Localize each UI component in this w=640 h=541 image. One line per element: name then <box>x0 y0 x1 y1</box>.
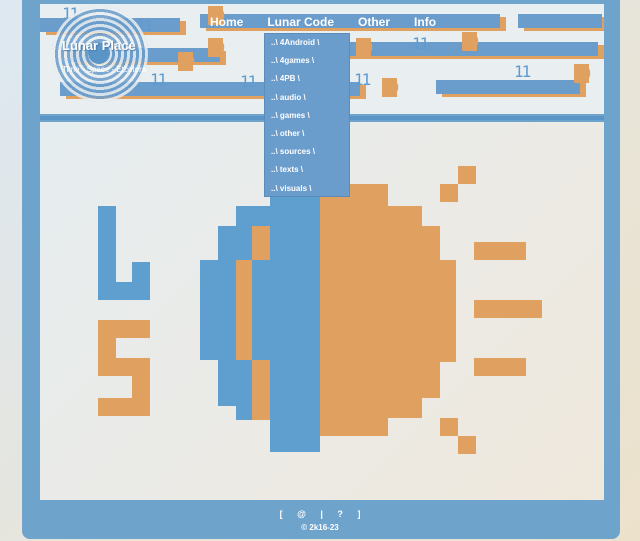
footer-link-contact[interactable]: @ <box>297 509 306 519</box>
footer-separator: | <box>320 509 323 519</box>
copyright: © 2k16-23 <box>301 523 339 532</box>
footer-bracket: [ <box>279 509 283 519</box>
moon-pixel <box>422 226 440 398</box>
sparkle-pixel <box>458 166 476 184</box>
ray-bar <box>474 242 526 260</box>
dropdown-item-texts[interactable]: ..\ texts \ <box>265 161 349 179</box>
binary-glyph: 11 <box>514 62 531 81</box>
moon-pixel <box>252 260 270 360</box>
dropdown-item-games[interactable]: ..\ games \ <box>265 107 349 125</box>
moon-pixel <box>270 184 320 452</box>
binary-glyph: 00 <box>382 78 399 97</box>
footer-bracket: ] <box>357 509 361 519</box>
banner-bar <box>518 14 602 28</box>
dropdown-item-sources[interactable]: ..\ sources \ <box>265 143 349 161</box>
main-nav: Home Lunar Code Other Info <box>198 11 448 33</box>
moon-pixel <box>200 260 218 360</box>
dropdown-item-visuals[interactable]: ..\ visuals \ <box>265 180 349 198</box>
dropdown-item-other[interactable]: ..\ other \ <box>265 125 349 143</box>
nav-lunar-code[interactable]: Lunar Code <box>255 11 346 33</box>
moon-pixel <box>388 206 422 418</box>
dropdown-item-4pb[interactable]: ..\ 4PB \ <box>265 70 349 88</box>
dropdown-item-4games[interactable]: ..\ 4games \ <box>265 52 349 70</box>
binary-glyph: 00 <box>356 38 373 57</box>
logo-letter-l <box>132 262 150 300</box>
binary-glyph: 00 <box>462 32 479 51</box>
dropdown-item-4android[interactable]: ..\ 4Android \ <box>265 34 349 52</box>
sparkle-pixel <box>440 418 458 436</box>
binary-glyph: 11 <box>412 34 429 53</box>
binary-glyph: 11 <box>354 70 371 89</box>
sparkle-pixel <box>458 436 476 454</box>
ray-bar <box>474 300 542 318</box>
ray-bar <box>474 358 526 376</box>
binary-glyph: 11 <box>240 72 257 91</box>
moon-pixel <box>320 184 388 436</box>
nav-home[interactable]: Home <box>198 11 255 33</box>
moon-pixel <box>218 226 236 406</box>
moon-pixel <box>440 260 456 362</box>
nav-info[interactable]: Info <box>402 11 448 33</box>
nav-other[interactable]: Other <box>346 11 402 33</box>
site-tagline: Time - Space - Etcetera <box>62 65 147 74</box>
site-title[interactable]: Lunar Place <box>62 38 136 53</box>
banner-bar <box>436 80 580 94</box>
footer-link-help[interactable]: ? <box>337 509 343 519</box>
binary-glyph: 00 <box>574 64 591 83</box>
binary-glyph: 11 <box>150 70 167 89</box>
dropdown-item-audio[interactable]: ..\ audio \ <box>265 89 349 107</box>
logo-letter-s <box>98 398 150 416</box>
footer-links: [ @ | ? ] <box>0 509 640 519</box>
moon-pixel <box>236 260 252 360</box>
lunar-code-dropdown: ..\ 4Android \ ..\ 4games \ ..\ 4PB \ ..… <box>264 33 350 197</box>
sparkle-pixel <box>440 184 458 202</box>
binary-glyph: 00 <box>208 38 225 57</box>
binary-glyph: 00 <box>178 52 195 71</box>
